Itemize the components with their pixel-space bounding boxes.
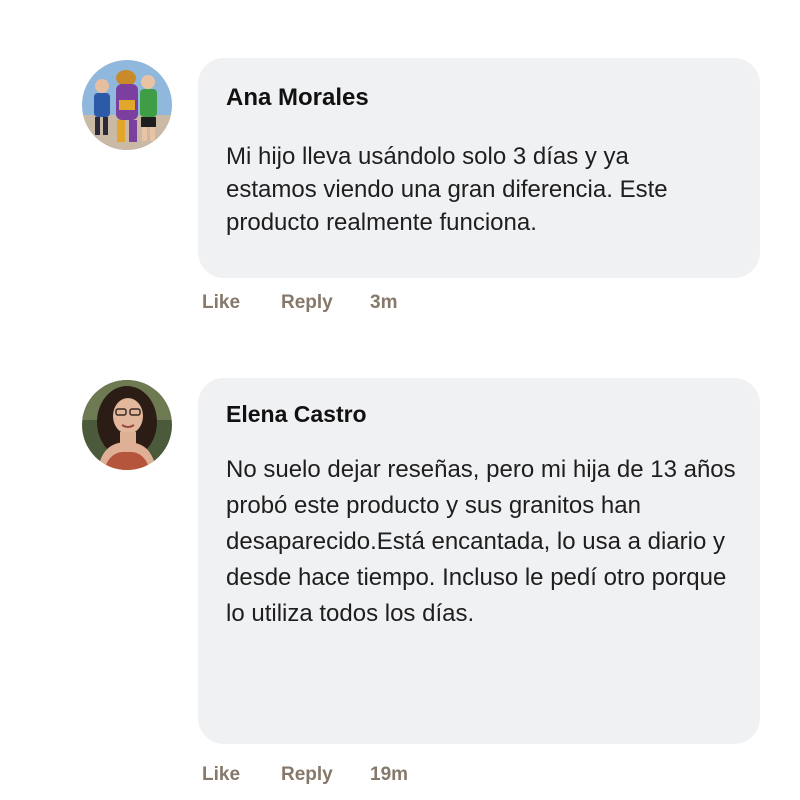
like-button[interactable]: Like: [202, 764, 281, 786]
avatar[interactable]: [82, 380, 172, 470]
comment-timestamp[interactable]: 19m: [370, 764, 408, 786]
reply-button[interactable]: Reply: [281, 764, 370, 786]
avatar-photo-icon: [82, 60, 172, 150]
comment-bubble: Elena Castro No suelo dejar reseñas, per…: [198, 378, 760, 744]
comment-author[interactable]: Ana Morales: [226, 84, 732, 112]
comment-actions: Like Reply 19m: [202, 764, 408, 786]
reply-button[interactable]: Reply: [281, 292, 370, 314]
avatar-photo-icon: [82, 380, 172, 470]
comment-text: No suelo dejar reseñas, pero mi hija de …: [226, 456, 736, 627]
comment-text: Mi hijo lleva usándolo solo 3 días y ya …: [226, 143, 668, 236]
comment-author[interactable]: Elena Castro: [226, 400, 732, 428]
comment-bubble: Ana Morales Mi hijo lleva usándolo solo …: [198, 58, 760, 278]
comment-actions: Like Reply 3m: [202, 292, 397, 314]
avatar[interactable]: [82, 60, 172, 150]
comment-timestamp[interactable]: 3m: [370, 292, 397, 314]
like-button[interactable]: Like: [202, 292, 281, 314]
